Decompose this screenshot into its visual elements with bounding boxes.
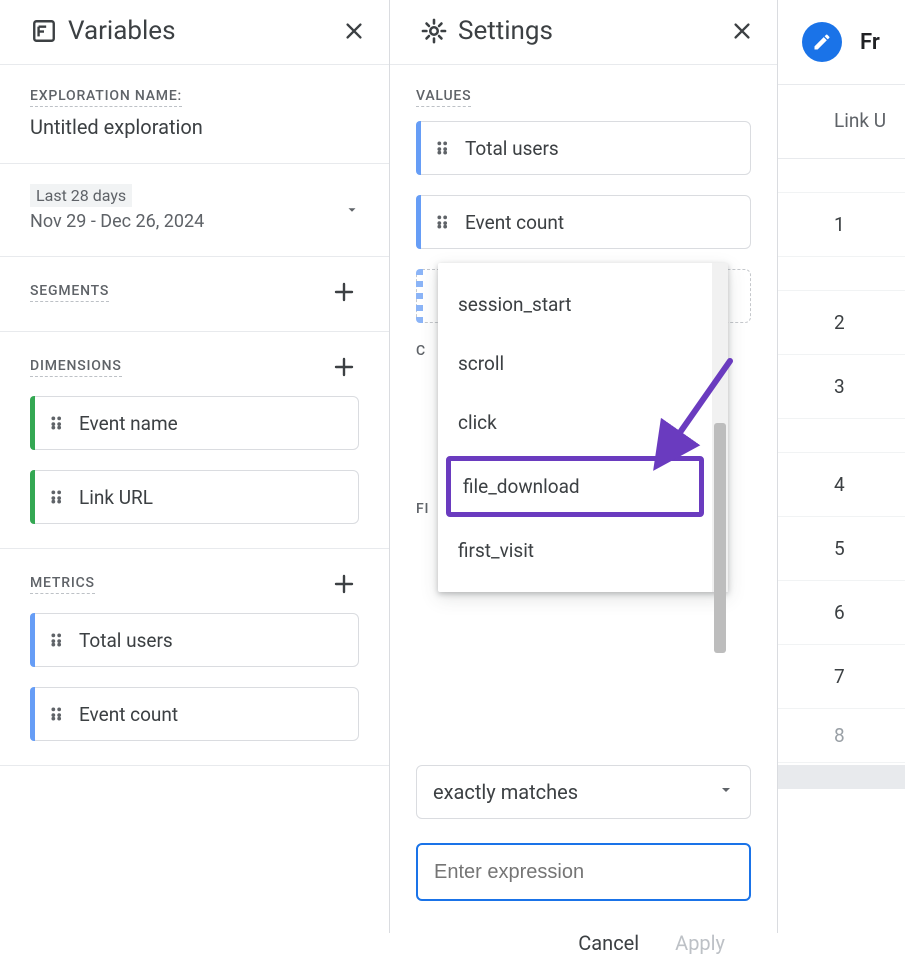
expression-input-wrapper[interactable] [416,843,751,901]
drag-handle-icon[interactable] [435,139,453,157]
filter-value-dropdown: session_start scroll click file_download… [438,263,728,592]
match-condition-select[interactable]: exactly matches [416,765,751,819]
chip-accent [30,687,35,741]
segments-label: SEGMENTS [30,283,109,302]
chip-accent [30,396,35,450]
result-rows: 1 2 3 4 5 6 7 8 [778,159,905,763]
column-header: Link U [778,85,905,159]
add-dimension-button[interactable] [329,352,359,382]
horizontal-scrollbar[interactable] [778,765,905,789]
table-row[interactable]: 4 [778,453,905,517]
drag-handle-icon[interactable] [49,414,67,432]
exploration-name-section: EXPLORATION NAME: Untitled exploration [0,65,389,164]
settings-title: Settings [458,16,727,46]
settings-panel: Settings VALUES Total users Event count [390,0,778,933]
settings-body: VALUES Total users Event count C [390,65,777,975]
dropdown-item[interactable]: first_visit [438,521,712,580]
drag-handle-icon[interactable] [49,631,67,649]
match-condition-label: exactly matches [433,780,578,804]
variables-panel: Variables EXPLORATION NAME: Untitled exp… [0,0,390,933]
exploration-name-value[interactable]: Untitled exploration [30,115,359,139]
dimensions-label: DIMENSIONS [30,358,122,377]
table-row[interactable]: 3 [778,355,905,419]
metrics-section: METRICS Total users Event count [0,549,389,766]
variables-header: Variables [0,0,389,65]
apply-button[interactable]: Apply [675,931,725,955]
chip-label: Total users [465,137,559,160]
drag-handle-icon[interactable] [49,488,67,506]
scrollbar-thumb[interactable] [714,423,726,653]
chip-label: Event name [79,412,178,435]
dropdown-item[interactable]: session_start [438,275,712,334]
segments-section: SEGMENTS [0,257,389,332]
truncated-section-f: FI [416,501,429,517]
cancel-button[interactable]: Cancel [578,931,639,955]
chip-accent [416,269,423,323]
chip-label: Event count [79,703,178,726]
chevron-down-icon[interactable] [345,202,359,221]
chip-label: Link URL [79,486,153,509]
dropdown-item[interactable]: scroll [438,334,712,393]
gear-icon [420,17,448,45]
date-range-section[interactable]: Last 28 days Nov 29 - Dec 26, 2024 [0,164,389,257]
chevron-down-icon [718,782,734,802]
add-segment-button[interactable] [329,277,359,307]
value-chip[interactable]: Total users [416,121,751,175]
table-row[interactable]: 8 [778,709,905,763]
metric-chip[interactable]: Total users [30,613,359,667]
values-label: VALUES [416,88,471,107]
table-row[interactable]: 1 [778,193,905,257]
value-chip[interactable]: Event count [416,195,751,249]
tab-title: Fr [860,30,880,55]
table-row[interactable]: 5 [778,517,905,581]
drag-handle-icon[interactable] [435,213,453,231]
chip-accent [416,121,421,175]
metrics-label: METRICS [30,575,95,594]
table-row[interactable]: 6 [778,581,905,645]
exploration-name-label: EXPLORATION NAME: [30,88,182,107]
results-panel: Fr Link U 1 2 3 4 5 6 7 8 [778,0,905,933]
close-icon[interactable] [339,16,369,46]
edit-icon[interactable] [802,22,842,62]
metric-chip[interactable]: Event count [30,687,359,741]
variables-title: Variables [68,16,339,46]
chip-label: Event count [465,211,564,234]
add-metric-button[interactable] [329,569,359,599]
results-tab[interactable]: Fr [778,0,905,85]
dimension-chip[interactable]: Event name [30,396,359,450]
scrollbar[interactable] [712,263,728,592]
table-row[interactable]: 7 [778,645,905,709]
variables-icon [30,17,58,45]
dimensions-section: DIMENSIONS Event name Link URL [0,332,389,549]
date-range-label: Last 28 days [30,184,132,207]
chip-accent [30,470,35,524]
close-icon[interactable] [727,16,757,46]
dropdown-item[interactable]: click [438,393,712,452]
chip-label: Total users [79,629,173,652]
chip-accent [30,613,35,667]
settings-header: Settings [390,0,777,65]
dimension-chip[interactable]: Link URL [30,470,359,524]
drag-handle-icon[interactable] [49,705,67,723]
chip-accent [416,195,421,249]
date-range-value: Nov 29 - Dec 26, 2024 [30,211,204,232]
dropdown-item-highlighted[interactable]: file_download [446,456,704,517]
table-row[interactable]: 2 [778,291,905,355]
expression-input[interactable] [434,861,733,884]
